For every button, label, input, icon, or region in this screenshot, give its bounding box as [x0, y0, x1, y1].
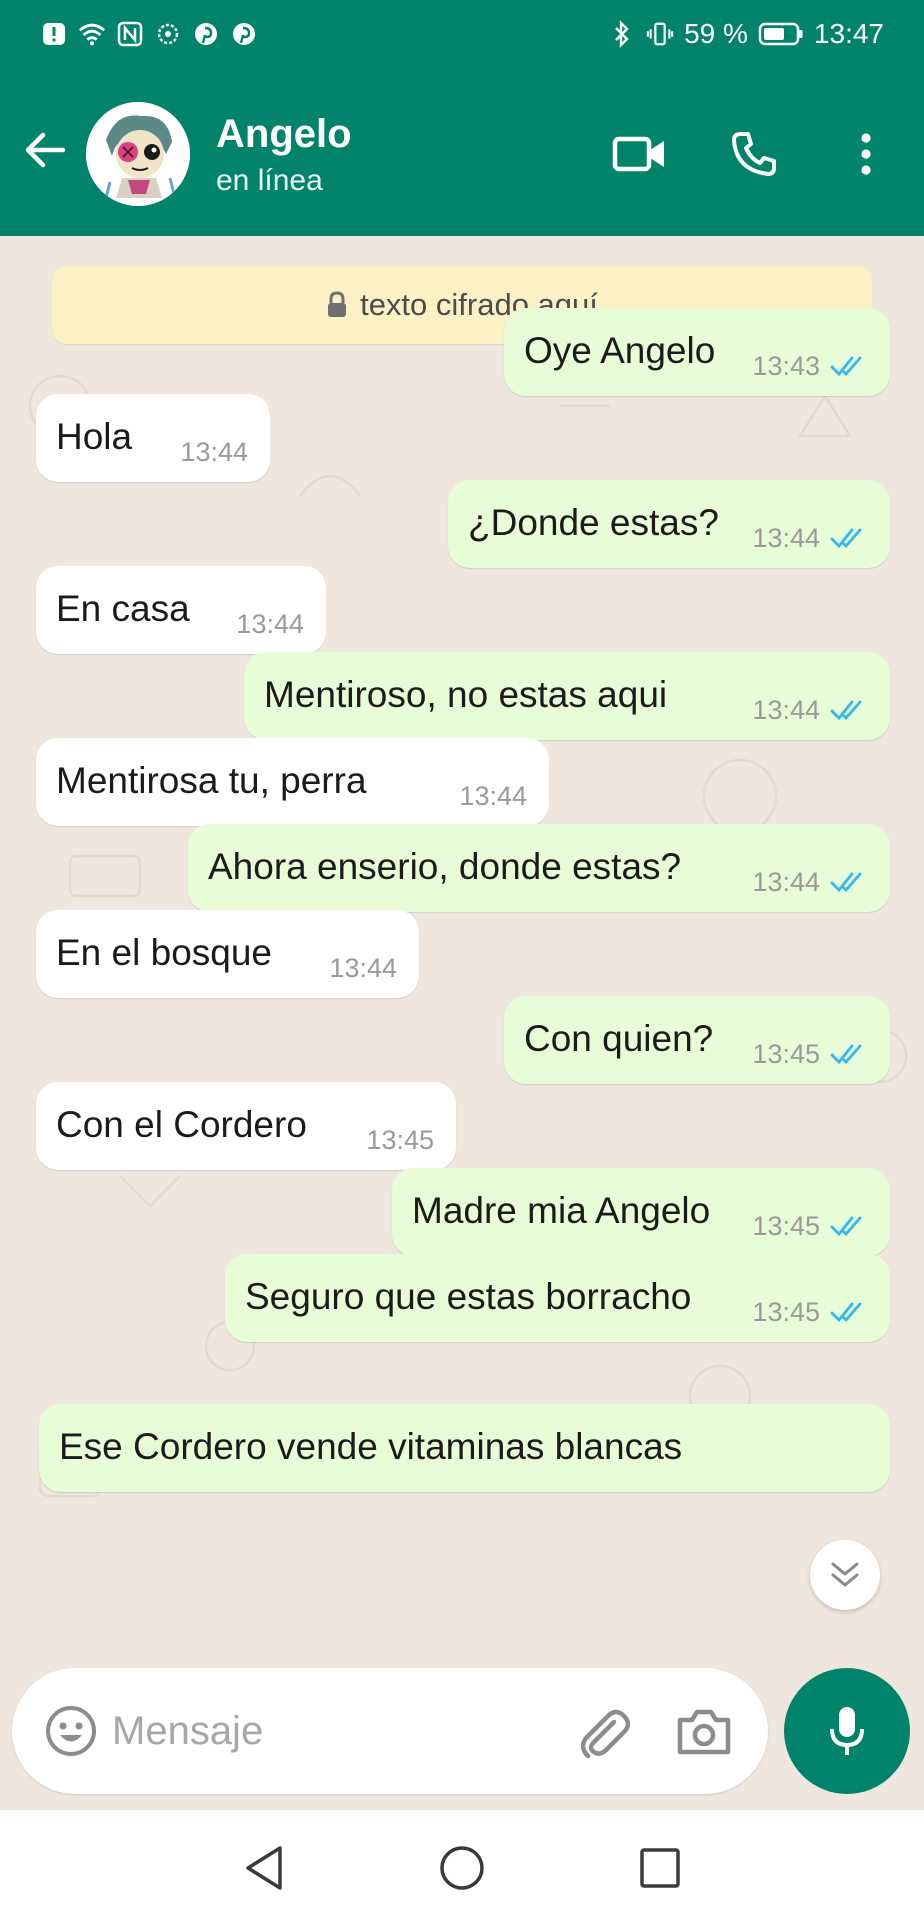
status-icons-right: 59 % 13:47	[608, 18, 884, 50]
pinterest-icon	[230, 20, 258, 48]
more-vertical-icon	[861, 133, 871, 175]
read-receipt-icon	[830, 1044, 862, 1065]
message-time: 13:45	[752, 1211, 820, 1241]
message-time: 13:44	[752, 695, 820, 725]
message-text: Mentirosa tu, perra	[56, 760, 367, 801]
more-options-button[interactable]	[836, 124, 896, 184]
nav-recents-icon	[640, 1848, 680, 1888]
read-receipt-icon	[830, 356, 862, 377]
incoming-message[interactable]: Con el Cordero 13:45	[36, 1082, 456, 1170]
message-text: Oye Angelo	[524, 330, 716, 371]
outgoing-message[interactable]: Madre mia Angelo 13:45	[392, 1168, 890, 1256]
nav-recents-button[interactable]	[632, 1840, 688, 1896]
status-bar: 59 % 13:47	[0, 0, 924, 72]
voice-message-button[interactable]	[784, 1668, 910, 1794]
back-arrow-icon	[25, 132, 66, 168]
contact-name[interactable]: Angelo	[216, 112, 352, 157]
outgoing-message[interactable]: Con quien? 13:45	[504, 996, 890, 1084]
pinterest-icon	[192, 20, 220, 48]
outgoing-message[interactable]: Ahora enserio, donde estas? 13:44	[188, 824, 890, 912]
message-text: Con quien?	[524, 1018, 714, 1059]
back-button[interactable]	[20, 122, 70, 178]
outgoing-message[interactable]: ¿Donde estas? 13:44	[448, 480, 890, 568]
video-call-icon	[612, 136, 664, 172]
nav-back-button[interactable]	[236, 1840, 292, 1896]
nav-home-icon	[440, 1846, 484, 1890]
battery-icon	[758, 20, 804, 48]
read-receipt-icon	[830, 528, 862, 549]
message-text: Ahora enserio, donde estas?	[208, 846, 682, 887]
scroll-to-bottom-button[interactable]	[810, 1540, 880, 1610]
message-text: Ese Cordero vende vitaminas blancas	[59, 1426, 683, 1467]
message-time: 13:45	[752, 1297, 820, 1327]
read-receipt-icon	[830, 700, 862, 721]
status-time: 13:47	[813, 18, 884, 49]
message-time: 13:45	[366, 1125, 434, 1155]
chat-header: Angelo en línea	[0, 72, 924, 236]
outgoing-message[interactable]: Oye Angelo 13:43	[504, 308, 890, 396]
message-time: 13:44	[752, 867, 820, 897]
message-text: Mentiroso, no estas aqui	[264, 674, 668, 715]
phone-icon	[732, 132, 776, 176]
mic-icon	[830, 1707, 864, 1755]
message-time: 13:44	[752, 523, 820, 553]
incoming-message[interactable]: En el bosque 13:44	[36, 910, 419, 998]
bluetooth-icon	[608, 20, 636, 48]
wifi-icon	[78, 20, 106, 48]
emoji-icon[interactable]	[44, 1704, 98, 1758]
voice-call-button[interactable]	[724, 124, 784, 184]
vibrate-icon	[646, 20, 674, 48]
incoming-message[interactable]: Mentirosa tu, perra 13:44	[36, 738, 549, 826]
message-time: 13:43	[752, 351, 820, 381]
message-input[interactable]	[112, 1698, 552, 1764]
video-call-button[interactable]	[610, 124, 670, 184]
nfc-icon	[116, 20, 144, 48]
nav-back-icon	[246, 1846, 282, 1890]
message-text: Seguro que estas borracho	[245, 1276, 692, 1317]
alert-icon	[40, 20, 68, 48]
avatar[interactable]	[86, 102, 190, 206]
message-time: 13:44	[180, 437, 248, 467]
message-text: Madre mia Angelo	[412, 1190, 711, 1231]
status-icons-left	[40, 20, 258, 48]
read-receipt-icon	[830, 1302, 862, 1323]
outgoing-message[interactable]: Mentiroso, no estas aqui 13:44	[244, 652, 890, 740]
message-composer	[12, 1668, 768, 1794]
read-receipt-icon	[830, 872, 862, 893]
message-text: En el bosque	[56, 932, 273, 973]
contact-status: en línea	[216, 164, 323, 197]
incoming-message[interactable]: En casa 13:44	[36, 566, 326, 654]
system-navigation-bar	[0, 1810, 924, 1920]
message-text: En casa	[56, 588, 190, 629]
avatar-illustration	[86, 102, 190, 206]
double-chevron-down-icon	[831, 1562, 859, 1587]
attach-icon[interactable]	[574, 1702, 634, 1762]
message-time: 13:44	[236, 609, 304, 639]
read-receipt-icon	[830, 1216, 862, 1237]
chat-area[interactable]: texto cifrado aquí Oye Angelo 13:43 Hola 13…	[0, 236, 924, 1656]
sync-icon	[154, 20, 182, 48]
message-time: 13:44	[329, 953, 397, 983]
message-time: 13:44	[459, 781, 527, 811]
message-text: Hola	[56, 416, 133, 457]
message-time: 13:45	[752, 1039, 820, 1069]
lock-icon	[328, 291, 347, 317]
nav-home-button[interactable]	[434, 1840, 490, 1896]
message-text: Con el Cordero	[56, 1104, 307, 1145]
battery-percent: 59 %	[684, 18, 748, 49]
outgoing-message[interactable]: Ese Cordero vende vitaminas blancas	[39, 1404, 890, 1492]
camera-icon[interactable]	[674, 1704, 734, 1760]
incoming-message[interactable]: Hola 13:44	[36, 394, 270, 482]
message-text: ¿Donde estas?	[468, 502, 719, 543]
outgoing-message[interactable]: Seguro que estas borracho 13:45	[225, 1254, 890, 1342]
